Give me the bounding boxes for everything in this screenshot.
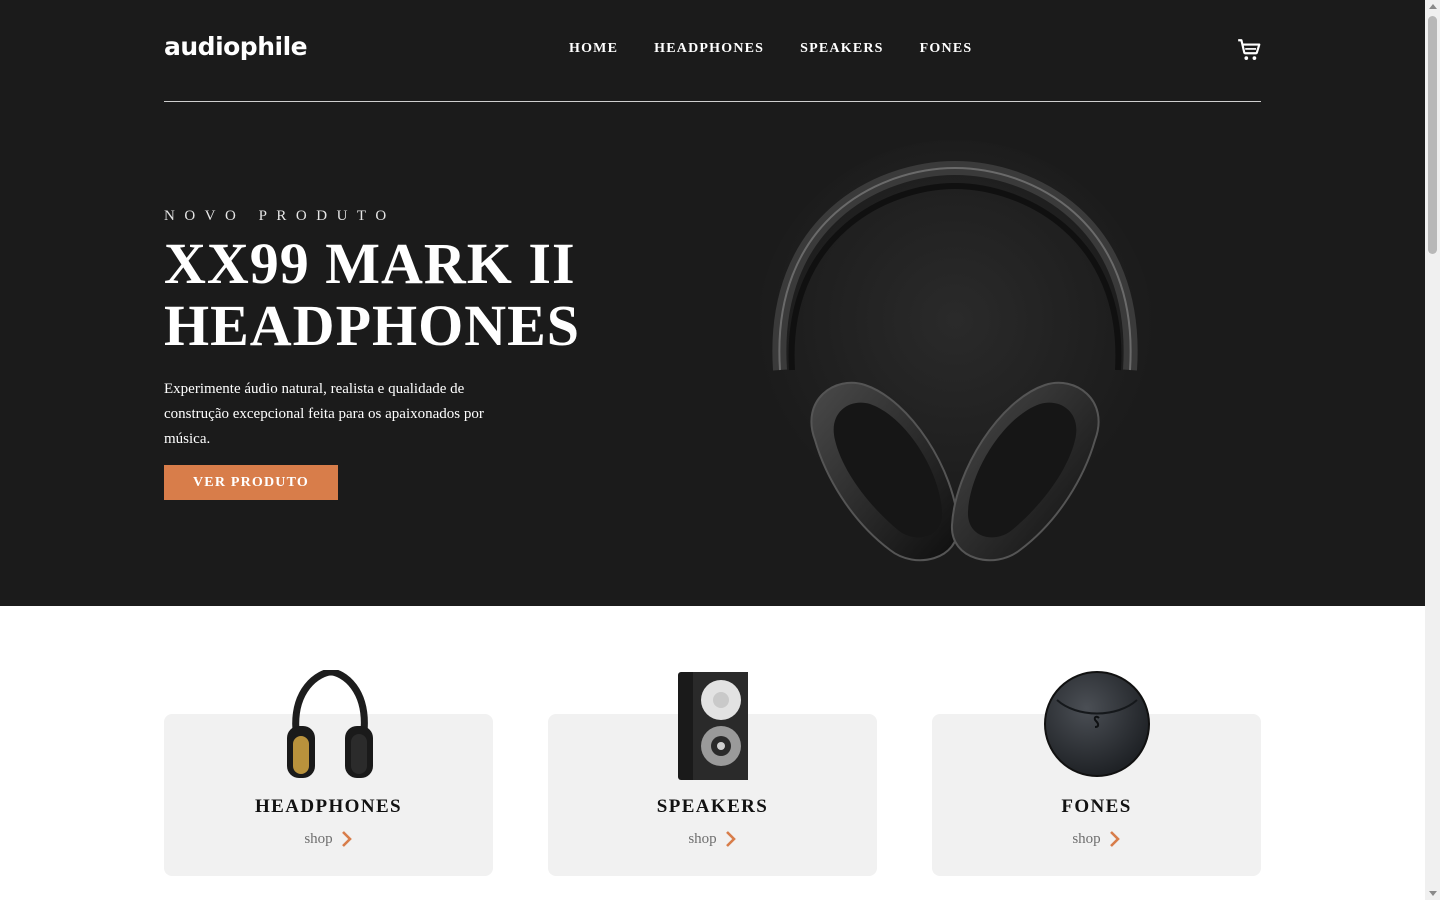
category-card-headphones[interactable]: HEADPHONES shop bbox=[164, 670, 493, 876]
cart-icon[interactable] bbox=[1236, 37, 1262, 63]
category-name: FONES bbox=[1061, 796, 1132, 817]
scroll-up-arrow-icon[interactable] bbox=[1429, 4, 1437, 9]
logo[interactable]: audiophile bbox=[164, 32, 308, 61]
shop-link-label: shop bbox=[304, 830, 333, 847]
chevron-right-icon bbox=[725, 831, 736, 847]
shop-link[interactable]: shop bbox=[164, 830, 493, 848]
hero-title: XX99 MARK II HEADPHONES bbox=[164, 233, 684, 357]
category-card-speakers[interactable]: SPEAKERS shop bbox=[548, 672, 877, 876]
vertical-scrollbar[interactable] bbox=[1425, 0, 1440, 900]
shop-link-label: shop bbox=[688, 830, 717, 847]
hero-headphones-image bbox=[755, 140, 1155, 562]
site-header: audiophile HOME HEADPHONES SPEAKERS FONE… bbox=[164, 0, 1261, 102]
chevron-right-icon bbox=[341, 831, 352, 847]
nav-fones[interactable]: FONES bbox=[920, 41, 973, 57]
hero-overline: NOVO PRODUTO bbox=[164, 208, 396, 224]
shop-link-label: shop bbox=[1072, 830, 1101, 847]
category-card-fones[interactable]: FONES shop bbox=[932, 671, 1261, 876]
shop-link[interactable]: shop bbox=[932, 830, 1261, 848]
nav-headphones[interactable]: HEADPHONES bbox=[654, 41, 764, 57]
headphones-thumb-image bbox=[286, 670, 373, 778]
hero-title-line2: HEADPHONES bbox=[164, 293, 581, 358]
hero-title-line1: XX99 MARK II bbox=[164, 231, 576, 296]
main-nav: HOME HEADPHONES SPEAKERS FONES bbox=[569, 41, 972, 57]
earphones-case-thumb-image bbox=[1043, 671, 1150, 777]
nav-home[interactable]: HOME bbox=[569, 41, 618, 57]
ver-produto-button[interactable]: VER PRODUTO bbox=[164, 465, 338, 500]
shop-link[interactable]: shop bbox=[548, 830, 877, 848]
scroll-down-arrow-icon[interactable] bbox=[1429, 891, 1437, 896]
nav-speakers[interactable]: SPEAKERS bbox=[800, 41, 884, 57]
chevron-right-icon bbox=[1109, 831, 1120, 847]
scrollbar-thumb[interactable] bbox=[1428, 16, 1437, 254]
hero-text: NOVO PRODUTO XX99 MARK II HEADPHONES Exp… bbox=[164, 208, 684, 452]
category-name: HEADPHONES bbox=[254, 796, 403, 817]
speaker-thumb-image bbox=[677, 672, 748, 780]
hero-section: audiophile HOME HEADPHONES SPEAKERS FONE… bbox=[0, 0, 1425, 606]
hero-description: Experimente áudio natural, realista e qu… bbox=[164, 381, 484, 447]
category-name: SPEAKERS bbox=[656, 796, 769, 817]
